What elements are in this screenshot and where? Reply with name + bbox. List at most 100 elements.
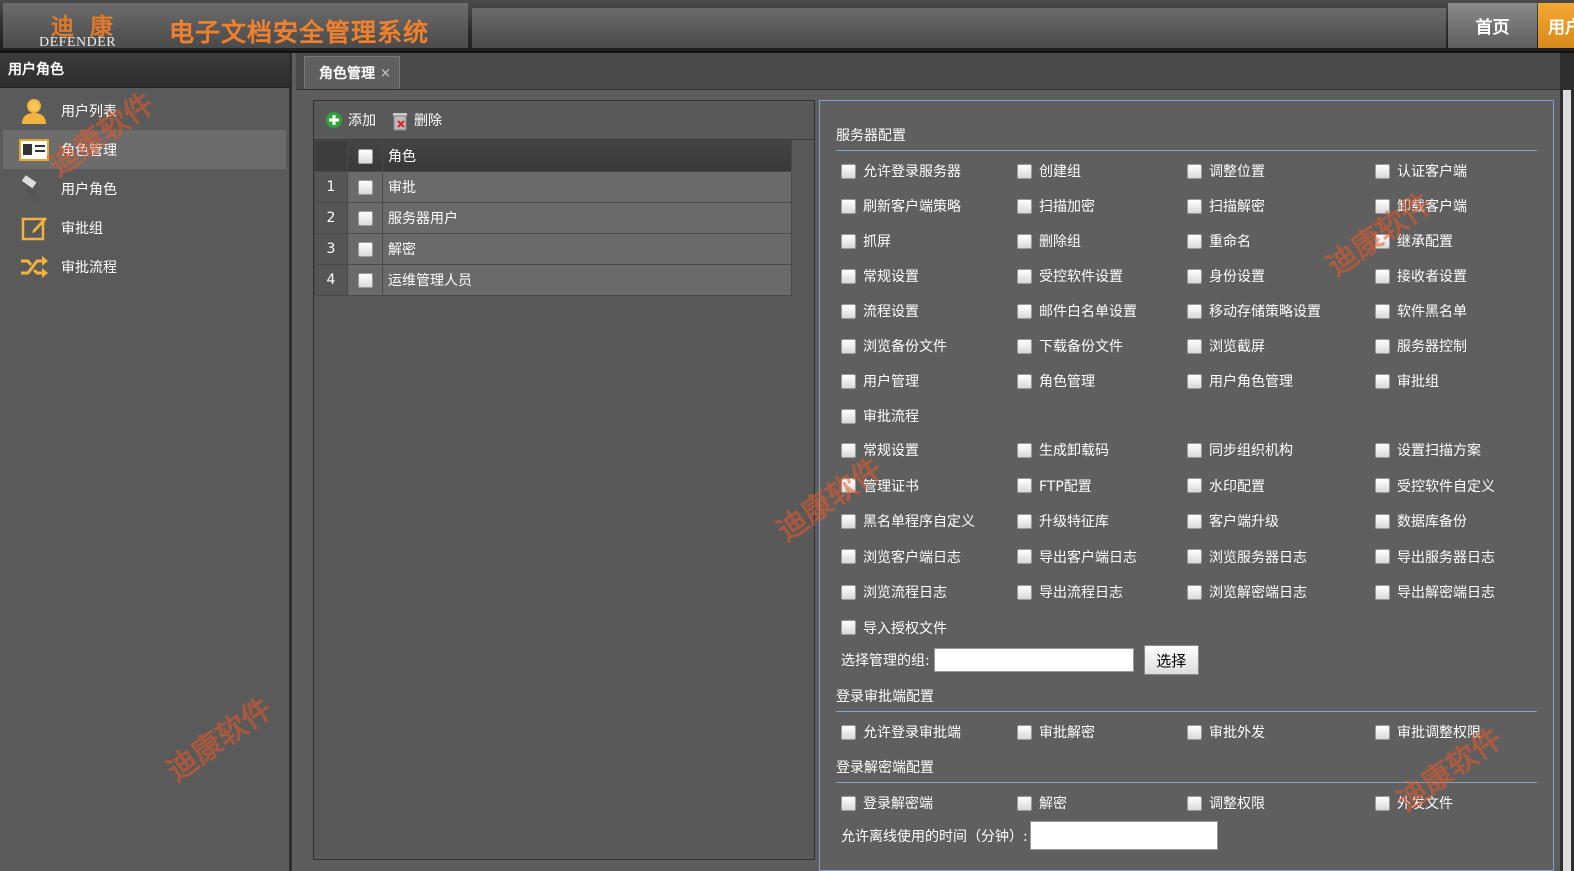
choose-button[interactable]: 选择	[1143, 645, 1199, 675]
permission-option[interactable]: 外发文件	[1375, 793, 1453, 813]
permission-option[interactable]: 受控软件设置	[1017, 266, 1123, 286]
permission-option[interactable]: 允许登录审批端	[841, 722, 961, 742]
table-row[interactable]: 1 审批	[314, 171, 792, 203]
permission-checkbox[interactable]	[1375, 584, 1390, 600]
table-row[interactable]: 4 运维管理人员	[314, 264, 792, 296]
sidebar-item-role-management[interactable]: 角色管理	[3, 130, 286, 169]
permission-checkbox[interactable]	[841, 549, 856, 564]
permission-checkbox[interactable]	[841, 620, 856, 635]
permission-option[interactable]: 调整位置	[1187, 161, 1265, 181]
select-all-checkbox[interactable]	[357, 148, 373, 164]
permission-option[interactable]: 同步组织机构	[1187, 440, 1293, 460]
permission-option[interactable]: 常规设置	[841, 266, 919, 286]
permission-option[interactable]: FTP配置	[1017, 476, 1092, 496]
sidebar-item-user-role[interactable]: 用户角色	[3, 169, 286, 208]
permission-option[interactable]: 浏览流程日志	[841, 582, 947, 602]
permission-checkbox[interactable]	[1187, 724, 1202, 740]
permission-option[interactable]: 客户端升级	[1187, 511, 1279, 531]
permission-checkbox[interactable]	[1375, 268, 1390, 284]
permission-checkbox[interactable]	[841, 408, 856, 424]
permission-checkbox[interactable]	[1375, 198, 1390, 214]
permission-checkbox[interactable]	[841, 163, 856, 179]
permission-option[interactable]: 浏览截屏	[1187, 336, 1265, 356]
permission-checkbox[interactable]	[1017, 268, 1032, 284]
permission-option[interactable]: 数据库备份	[1375, 511, 1467, 531]
add-button[interactable]: 添加	[325, 110, 376, 130]
permission-checkbox[interactable]	[1375, 478, 1390, 493]
sidebar-item-approval-group[interactable]: 审批组	[3, 208, 286, 247]
permission-checkbox[interactable]	[1187, 303, 1202, 319]
permission-option[interactable]: 角色管理	[1017, 371, 1095, 391]
permission-checkbox[interactable]	[1187, 163, 1202, 179]
tab-role-management[interactable]: 角色管理 ×	[304, 56, 400, 89]
permission-option[interactable]: 创建组	[1017, 161, 1081, 181]
permission-checkbox[interactable]	[1187, 373, 1202, 389]
permission-checkbox[interactable]	[1017, 549, 1032, 564]
permission-option[interactable]: 导入授权文件	[841, 618, 947, 638]
permission-option[interactable]: 移动存储策略设置	[1187, 301, 1321, 321]
permission-checkbox[interactable]	[1375, 303, 1390, 319]
permission-option[interactable]: 审批解密	[1017, 722, 1095, 742]
permission-checkbox[interactable]	[1017, 303, 1032, 319]
row-checkbox[interactable]	[357, 179, 373, 195]
permission-checkbox[interactable]	[1375, 724, 1390, 740]
permission-option[interactable]: 审批外发	[1187, 722, 1265, 742]
nav-home-button[interactable]: 首页	[1448, 3, 1537, 48]
permission-checkbox[interactable]	[841, 584, 856, 600]
permission-option[interactable]: 接收者设置	[1375, 266, 1467, 286]
permission-checkbox[interactable]	[1187, 268, 1202, 284]
permission-option[interactable]: 抓屏	[841, 231, 891, 251]
permission-checkbox[interactable]	[841, 198, 856, 214]
permission-checkbox[interactable]	[1017, 584, 1032, 600]
permission-checkbox[interactable]	[1017, 442, 1032, 458]
offline-time-input[interactable]	[1029, 821, 1218, 850]
permission-option[interactable]: 审批流程	[841, 406, 919, 426]
permission-checkbox[interactable]	[1017, 373, 1032, 389]
permission-checkbox[interactable]	[841, 338, 856, 354]
permission-option[interactable]: 浏览客户端日志	[841, 547, 961, 567]
delete-button[interactable]: 删除	[391, 110, 442, 131]
permission-option[interactable]: 用户角色管理	[1187, 371, 1293, 391]
permission-option[interactable]: 刷新客户端策略	[841, 196, 961, 216]
permission-checkbox[interactable]	[1017, 198, 1032, 214]
permission-option[interactable]: 生成卸载码	[1017, 440, 1109, 460]
permission-option[interactable]: 设置扫描方案	[1375, 440, 1481, 460]
permission-option[interactable]: 浏览解密端日志	[1187, 582, 1307, 602]
permission-checkbox[interactable]	[1017, 163, 1032, 179]
permission-option[interactable]: 服务器控制	[1375, 336, 1467, 356]
permission-checkbox[interactable]	[1187, 795, 1202, 811]
permission-option[interactable]: 认证客户端	[1375, 161, 1467, 181]
permission-option[interactable]: 受控软件自定义	[1375, 476, 1495, 496]
permission-checkbox[interactable]	[1375, 513, 1390, 529]
permission-checkbox[interactable]	[841, 442, 856, 458]
permission-checkbox[interactable]	[1017, 795, 1032, 811]
sidebar-item-approval-flow[interactable]: 审批流程	[3, 247, 286, 286]
permission-checkbox[interactable]	[841, 233, 856, 249]
permission-checkbox[interactable]	[1375, 338, 1390, 354]
permission-checkbox[interactable]	[1017, 338, 1032, 354]
permission-option[interactable]: 软件黑名单	[1375, 301, 1467, 321]
permission-option[interactable]: 审批调整权限	[1375, 722, 1481, 742]
permission-option[interactable]: 黑名单程序自定义	[841, 511, 975, 531]
permission-checkbox[interactable]	[841, 268, 856, 284]
permission-option[interactable]: 扫描加密	[1017, 196, 1095, 216]
row-checkbox[interactable]	[357, 210, 373, 226]
permission-option[interactable]: 浏览服务器日志	[1187, 547, 1307, 567]
permission-option[interactable]: 审批组	[1375, 371, 1439, 391]
permission-checkbox[interactable]	[841, 724, 856, 740]
permission-checkbox[interactable]	[841, 795, 856, 811]
permission-option[interactable]: 调整权限	[1187, 793, 1265, 813]
permission-checkbox[interactable]	[1017, 724, 1032, 740]
table-row[interactable]: 3 解密	[314, 233, 792, 265]
row-checkbox[interactable]	[357, 241, 373, 257]
permission-checkbox[interactable]	[1187, 513, 1202, 529]
permission-option[interactable]: 导出客户端日志	[1017, 547, 1137, 567]
permission-option[interactable]: 卸载客户端	[1375, 196, 1467, 216]
permission-option[interactable]: 浏览备份文件	[841, 336, 947, 356]
scrollbar[interactable]	[1563, 90, 1571, 871]
permission-option[interactable]: 管理证书	[841, 476, 919, 496]
permission-option[interactable]: 导出流程日志	[1017, 582, 1123, 602]
permission-checkbox[interactable]	[1187, 478, 1202, 493]
permission-option[interactable]: 解密	[1017, 793, 1067, 813]
permission-option[interactable]: 导出解密端日志	[1375, 582, 1495, 602]
